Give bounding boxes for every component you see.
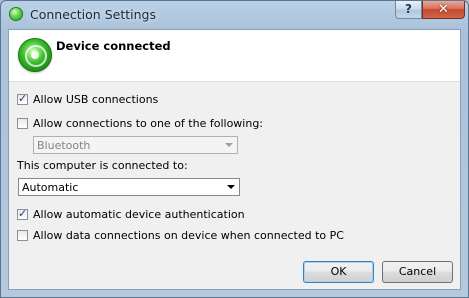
allow-usb-label[interactable]: Allow USB connections [33, 93, 158, 106]
status-header: Device connected [9, 30, 460, 82]
connected-to-value: Automatic [22, 181, 79, 194]
allow-one-of-checkbox[interactable] [17, 118, 28, 129]
connection-type-select[interactable]: Bluetooth [33, 136, 238, 154]
allow-usb-option[interactable]: ✓ Allow USB connections [17, 92, 217, 109]
cancel-button[interactable]: Cancel [382, 261, 453, 283]
connected-to-label: This computer is connected to: [17, 159, 188, 172]
allow-auth-label[interactable]: Allow automatic device authentication [33, 208, 245, 221]
allow-data-option[interactable]: Allow data connections on device when co… [17, 229, 344, 245]
connection-type-value: Bluetooth [37, 139, 91, 152]
chevron-down-icon [227, 185, 235, 189]
allow-auth-checkbox[interactable]: ✓ [17, 207, 28, 220]
allow-one-of-option[interactable]: Allow connections to one of the followin… [17, 117, 277, 133]
help-button[interactable]: ? [395, 1, 422, 19]
allow-data-label[interactable]: Allow data connections on device when co… [33, 229, 344, 242]
close-button[interactable]: ✕ [422, 1, 465, 19]
allow-one-of-label[interactable]: Allow connections to one of the followin… [33, 117, 263, 130]
dialog-window: Connection Settings ? ✕ Device connected… [0, 0, 469, 298]
allow-auth-option[interactable]: ✓ Allow automatic device authentication [17, 207, 257, 224]
checkmark-icon: ✓ [18, 207, 28, 220]
connected-to-select[interactable]: Automatic [18, 178, 240, 196]
title-bar[interactable]: Connection Settings ? ✕ [1, 1, 468, 29]
status-title: Device connected [56, 39, 171, 53]
app-status-icon [9, 7, 23, 21]
allow-usb-checkbox[interactable]: ✓ [17, 92, 28, 105]
connected-status-icon [18, 38, 52, 72]
ok-button[interactable]: OK [303, 261, 374, 283]
dialog-body: Device connected ✓ Allow USB connections… [8, 29, 461, 290]
allow-data-checkbox[interactable] [17, 230, 28, 241]
checkmark-icon: ✓ [18, 92, 28, 105]
window-title: Connection Settings [30, 7, 156, 22]
chevron-down-icon [225, 143, 233, 147]
